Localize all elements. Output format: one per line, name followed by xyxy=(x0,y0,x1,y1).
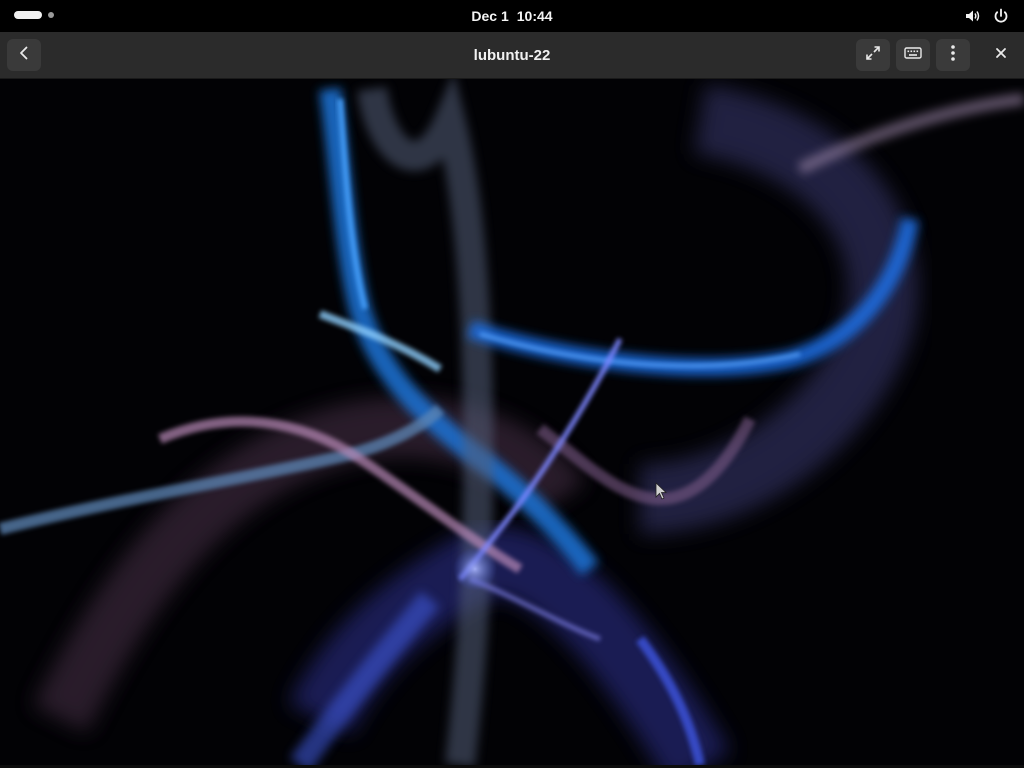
back-icon xyxy=(16,45,32,66)
menu-icon xyxy=(950,44,956,67)
window-title: lubuntu-22 xyxy=(473,46,551,64)
remote-desktop-view[interactable] xyxy=(0,79,1024,765)
power-icon[interactable] xyxy=(992,7,1010,25)
keyboard-icon xyxy=(904,46,922,65)
system-tray[interactable] xyxy=(964,6,1010,26)
fullscreen-icon xyxy=(865,45,881,66)
keyboard-button[interactable] xyxy=(896,39,930,71)
workspace-dot xyxy=(48,12,54,18)
back-button[interactable] xyxy=(7,39,41,71)
clock: Dec 1 10:44 xyxy=(0,0,1024,32)
menu-button[interactable] xyxy=(936,39,970,71)
system-top-bar: Dec 1 10:44 xyxy=(0,0,1024,32)
volume-icon[interactable] xyxy=(964,7,982,25)
close-icon xyxy=(995,46,1007,64)
clock-time[interactable]: 10:44 xyxy=(517,8,553,24)
app-header-bar: lubuntu-22 xyxy=(0,32,1024,79)
clock-date[interactable]: Dec 1 xyxy=(471,8,508,24)
close-button[interactable] xyxy=(984,39,1018,71)
active-workspace-pill xyxy=(14,11,42,19)
fullscreen-button[interactable] xyxy=(856,39,890,71)
activities-indicator[interactable] xyxy=(14,11,54,19)
wallpaper-graphic xyxy=(0,79,1024,765)
